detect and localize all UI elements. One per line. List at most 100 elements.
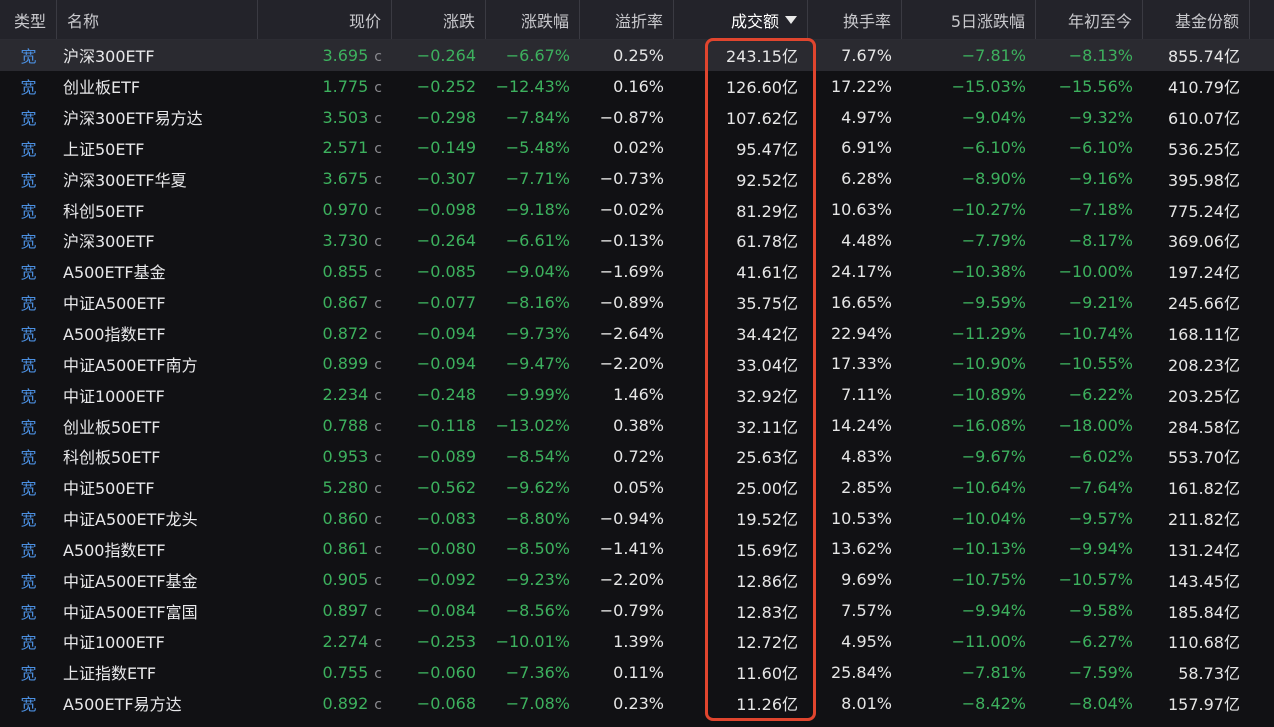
column-header-5day[interactable]: 5日涨跌幅	[902, 0, 1036, 39]
price-cell: 0.897 c	[258, 601, 392, 620]
column-header-change[interactable]: 涨跌	[392, 0, 486, 39]
change-cell: −0.094	[416, 354, 476, 374]
table-row[interactable]: 宽 中证A500ETF基金 0.905 c −0.092 −9.23% −2.20% 12.8…	[0, 564, 1274, 596]
change-pct-cell: −9.62%	[505, 477, 570, 497]
change-cell: −0.094	[416, 323, 476, 343]
change-cell: −0.092	[416, 570, 476, 590]
table-row[interactable]: 宽 创业板50ETF 0.788 c −0.118 −13.02% 0.38% 32.11亿 1…	[0, 410, 1274, 441]
amount-cell: 41.61亿	[736, 263, 798, 283]
table-row[interactable]: 宽 中证A500ETF龙头 0.860 c −0.083 −8.80% −0.94% 19.5…	[0, 502, 1274, 534]
ytd-cell: −6.02%	[1068, 446, 1133, 466]
type-badge: 宽	[20, 78, 37, 98]
turnover-cell: 17.22%	[830, 76, 892, 96]
table-row[interactable]: 宽 上证50ETF 2.571 c −0.149 −5.48% 0.02% 95.47亿 6.9…	[0, 132, 1274, 164]
type-badge: 宽	[20, 448, 37, 468]
table-row[interactable]: 宽 中证1000ETF 2.234 c −0.248 −9.99% 1.46% 32.92亿 7…	[0, 379, 1274, 411]
turnover-cell: 13.62%	[830, 539, 892, 559]
change-cell: −0.307	[416, 169, 476, 189]
column-header-filler	[1250, 0, 1274, 39]
ytd-cell: −6.10%	[1068, 138, 1133, 158]
type-badge: 宽	[20, 571, 37, 591]
shares-cell: 143.45亿	[1168, 571, 1240, 591]
amount-cell: 12.86亿	[736, 571, 798, 591]
price-marker: c	[374, 110, 382, 127]
fund-name: 中证1000ETF	[63, 633, 165, 653]
price-value: 0.897	[322, 601, 369, 621]
turnover-cell: 7.67%	[841, 45, 892, 65]
price-value: 0.860	[322, 508, 369, 528]
turnover-cell: 24.17%	[830, 261, 892, 281]
shares-cell: 410.79亿	[1168, 78, 1240, 98]
column-header-change-pct[interactable]: 涨跌幅	[486, 0, 580, 39]
table-row[interactable]: 宽 科创50ETF 0.970 c −0.098 −9.18% −0.02% 81.29亿 10…	[0, 194, 1274, 226]
shares-cell: 369.06亿	[1168, 232, 1240, 252]
change-cell: −0.264	[416, 230, 476, 250]
price-cell: 5.280 c	[258, 478, 392, 497]
premium-cell: −0.79%	[599, 601, 664, 621]
triangle-down-icon[interactable]	[785, 15, 797, 24]
price-marker: c	[374, 79, 382, 96]
amount-cell: 61.78亿	[736, 232, 798, 252]
column-header-amount[interactable]: 成交额	[674, 0, 808, 39]
fund-name: A500ETF易方达	[63, 695, 182, 715]
column-header-name[interactable]: 名称	[57, 0, 258, 39]
table-row[interactable]: 宽 科创板50ETF 0.953 c −0.089 −8.54% 0.72% 25.63亿 4.…	[0, 440, 1274, 472]
table-row[interactable]: 宽 创业板ETF 1.775 c −0.252 −12.43% 0.16% 126.60亿 17…	[0, 70, 1274, 102]
column-header-shares[interactable]: 基金份额	[1143, 0, 1250, 39]
change-cell: −0.149	[416, 138, 476, 158]
amount-cell: 12.72亿	[736, 633, 798, 653]
fund-name: 中证A500ETF龙头	[63, 510, 198, 530]
column-header-amount-label: 成交额	[730, 11, 779, 31]
table-row[interactable]: 宽 沪深300ETF华夏 3.675 c −0.307 −7.71% −0.73% 92.52…	[0, 163, 1274, 195]
type-badge: 宽	[20, 47, 37, 67]
ytd-cell: −9.32%	[1068, 107, 1133, 127]
change-pct-cell: −9.73%	[505, 323, 570, 343]
change-pct-cell: −8.16%	[505, 292, 570, 312]
column-header-type[interactable]: 类型	[0, 0, 57, 39]
table-row[interactable]: 宽 A500ETF易方达 0.892 c −0.068 −7.08% 0.23% 11.26亿…	[0, 687, 1274, 719]
premium-cell: 0.11%	[613, 662, 664, 682]
table-row[interactable]: 宽 中证500ETF 5.280 c −0.562 −9.62% 0.05% 25.00亿 2.…	[0, 471, 1274, 503]
shares-cell: 855.74亿	[1168, 47, 1240, 67]
five-day-cell: −8.42%	[961, 693, 1026, 713]
shares-cell: 610.07亿	[1168, 109, 1240, 129]
shares-cell: 161.82亿	[1168, 479, 1240, 499]
table-row[interactable]: 宽 沪深300ETF易方达 3.503 c −0.298 −7.84% −0.87% 107.…	[0, 101, 1274, 133]
premium-cell: 0.05%	[613, 477, 664, 497]
price-cell: 3.675 c	[258, 169, 392, 188]
table-row[interactable]: 宽 中证1000ETF 2.274 c −0.253 −10.01% 1.39% 12.72亿…	[0, 626, 1274, 657]
table-row[interactable]: 宽 A500指数ETF 0.861 c −0.080 −8.50% −1.41% 15.69亿…	[0, 533, 1274, 565]
table-row[interactable]: 宽 中证A500ETF南方 0.899 c −0.094 −9.47% −2.20% 33.0…	[0, 348, 1274, 380]
table-row[interactable]: 宽 中证A500ETF富国 0.897 c −0.084 −8.56% −0.79% 12.8…	[0, 595, 1274, 627]
change-pct-cell: −6.61%	[505, 230, 570, 250]
table-row[interactable]: 宽 A500指数ETF 0.872 c −0.094 −9.73% −2.64% 34.42亿…	[0, 317, 1274, 349]
turnover-cell: 6.28%	[841, 169, 892, 189]
amount-cell: 33.04亿	[736, 355, 798, 375]
table-row[interactable]: 宽 A500ETF基金 0.855 c −0.085 −9.04% −1.69% 41.61亿…	[0, 255, 1274, 287]
table-row[interactable]: 宽 上证指数ETF 0.755 c −0.060 −7.36% 0.11% 11.60亿 25.…	[0, 656, 1274, 688]
table-row[interactable]: 宽 沪深300ETF 3.730 c −0.264 −6.61% −0.13% 61.78亿 4…	[0, 225, 1274, 256]
column-header-turnover[interactable]: 换手率	[808, 0, 902, 39]
five-day-cell: −15.03%	[951, 76, 1026, 96]
table-row[interactable]: 宽 沪深300ETF 3.695 c −0.264 −6.67% 0.25% 243.15亿 7…	[0, 40, 1274, 71]
column-header-price[interactable]: 现价	[258, 0, 392, 39]
type-badge: 宽	[20, 417, 37, 437]
price-cell: 0.860 c	[258, 509, 392, 528]
change-cell: −0.562	[416, 477, 476, 497]
column-header-premium[interactable]: 溢折率	[580, 0, 674, 39]
type-badge: 宽	[20, 170, 37, 190]
turnover-cell: 10.63%	[830, 200, 892, 220]
price-marker: c	[374, 542, 382, 559]
price-marker: c	[374, 357, 382, 374]
amount-cell: 32.11亿	[736, 417, 798, 437]
amount-cell: 107.62亿	[726, 109, 798, 129]
price-value: 2.234	[322, 385, 369, 405]
five-day-cell: −10.38%	[951, 261, 1026, 281]
premium-cell: 1.46%	[613, 385, 664, 405]
table-row[interactable]: 宽 中证A500ETF 0.867 c −0.077 −8.16% −0.89% 35.75亿…	[0, 286, 1274, 318]
price-value: 0.861	[322, 539, 369, 559]
price-marker: c	[374, 511, 382, 528]
type-badge: 宽	[20, 633, 37, 653]
column-header-ytd[interactable]: 年初至今	[1036, 0, 1143, 39]
five-day-cell: −9.59%	[961, 292, 1026, 312]
